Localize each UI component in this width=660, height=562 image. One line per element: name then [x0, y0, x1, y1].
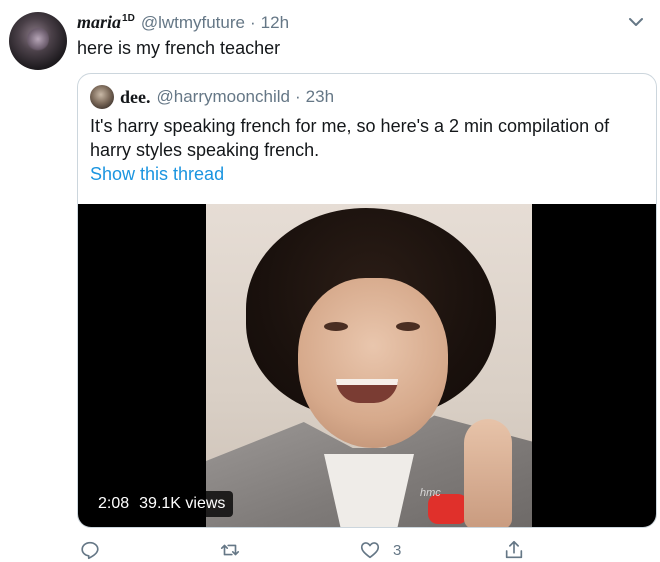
author-name[interactable]: maria1D — [77, 12, 135, 33]
heart-icon — [360, 542, 380, 559]
tweet[interactable]: maria1D @lwtmyfuture · 12h here is my fren… — [0, 0, 660, 562]
quoted-author-handle: @harrymoonchild — [156, 87, 290, 106]
quoted-meta: @harrymoonchild · 23h — [156, 87, 335, 106]
share-icon — [505, 540, 523, 559]
like-count: 3 — [393, 541, 402, 559]
quoted-header: dee. @harrymoonchild · 23h — [90, 84, 334, 110]
retweet-button[interactable] — [219, 538, 241, 562]
quoted-author-name: dee. — [120, 86, 151, 107]
video-player[interactable]: hmc 2:08 39.1K views — [78, 204, 656, 527]
author-name-suffix: 1D — [122, 13, 135, 24]
video-watermark: hmc — [420, 487, 441, 499]
tweet-time[interactable]: 12h — [261, 13, 289, 32]
like-button[interactable]: 3 — [359, 538, 401, 562]
avatar[interactable] — [9, 12, 67, 70]
quoted-avatar — [90, 85, 114, 109]
video-views: 39.1K views — [139, 495, 226, 512]
video-frame: hmc — [206, 204, 532, 527]
chevron-down-icon[interactable] — [628, 16, 644, 28]
show-thread-link[interactable]: Show this thread — [90, 164, 224, 185]
action-bar: 3 — [77, 538, 527, 562]
tweet-text: here is my french teacher — [77, 38, 281, 58]
quoted-tweet[interactable]: dee. @harrymoonchild · 23h It's harry spea… — [77, 73, 657, 528]
reply-button[interactable] — [79, 538, 101, 562]
author-handle[interactable]: @lwtmyfuture — [141, 13, 245, 32]
reply-icon — [81, 541, 99, 560]
tweet-header: maria1D @lwtmyfuture · 12h — [77, 12, 289, 36]
retweet-icon — [220, 544, 240, 556]
video-stats-badge: 2:08 39.1K views — [90, 491, 234, 517]
quoted-text: It's harry speaking french for me, so he… — [90, 116, 610, 160]
video-duration: 2:08 — [98, 495, 130, 512]
share-button[interactable] — [503, 538, 525, 562]
author-meta: @lwtmyfuture · 12h — [140, 13, 290, 32]
quoted-time: 23h — [305, 87, 335, 106]
